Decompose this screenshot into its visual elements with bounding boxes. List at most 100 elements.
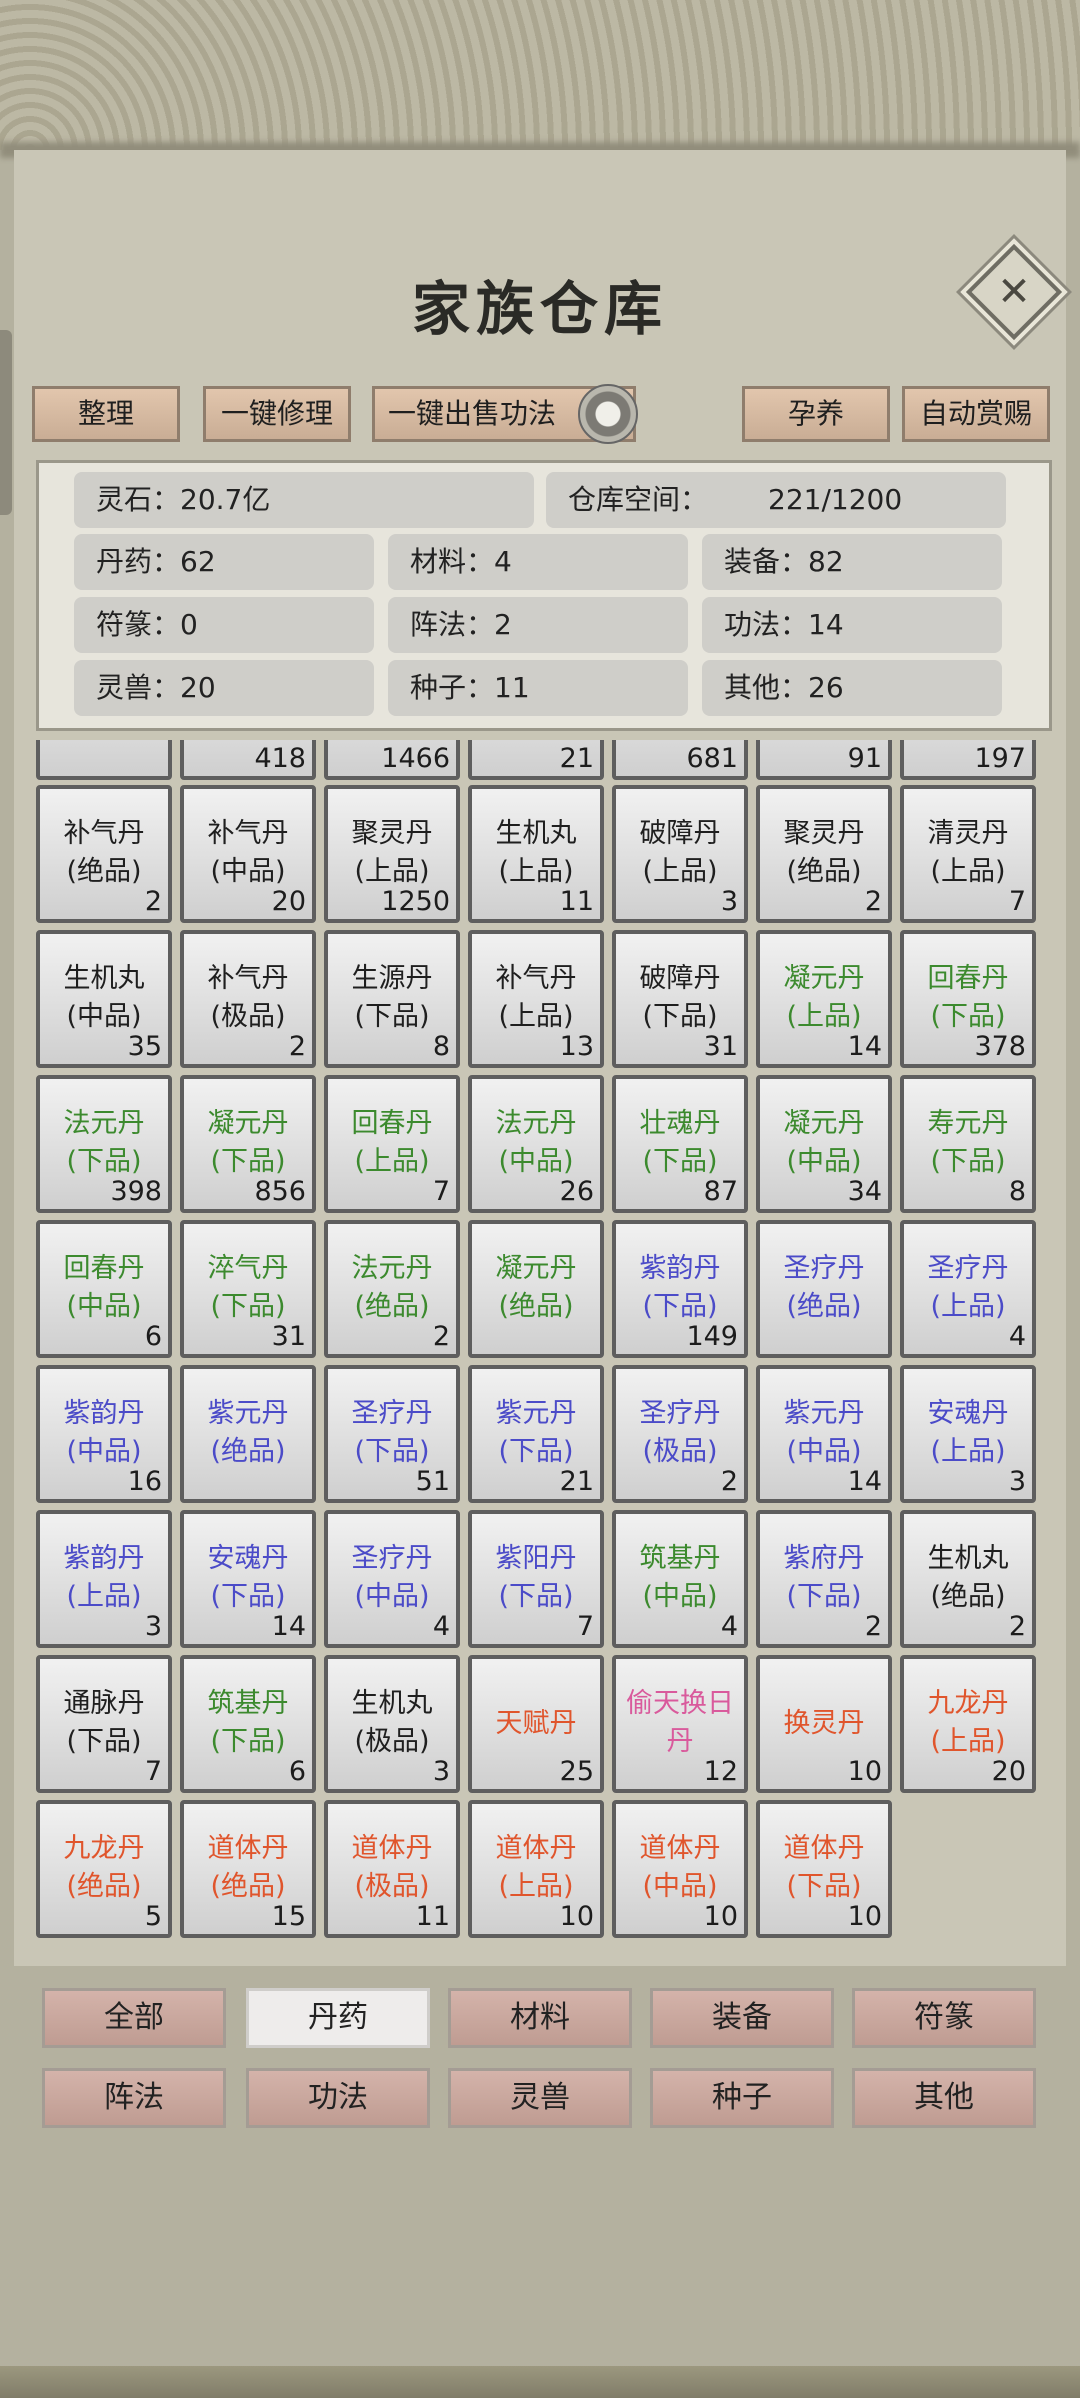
item-count: 26 (559, 1176, 594, 1207)
item-cell[interactable]: 圣疗丹(绝品) (756, 1220, 892, 1358)
item-cell[interactable]: 安魂丹(下品) 14 (180, 1510, 316, 1648)
item-count: 35 (127, 1031, 162, 1062)
item-name: 寿元丹(下品) (927, 1108, 1009, 1177)
item-cell[interactable]: 回春丹(下品) 378 (900, 930, 1036, 1068)
item-cell[interactable]: 紫韵丹(中品) 16 (36, 1365, 172, 1503)
item-cell[interactable]: 凝元丹(绝品) (468, 1220, 604, 1358)
item-name: 紫韵丹(中品) (63, 1398, 145, 1467)
item-name: 生机丸(上品) (495, 818, 577, 887)
item-count: 2 (144, 886, 162, 917)
item-cell[interactable]: 紫元丹(下品) 21 (468, 1365, 604, 1503)
item-cell[interactable]: 道体丹(下品) 10 (756, 1800, 892, 1938)
item-cell[interactable]: 补气丹(上品) 13 (468, 930, 604, 1068)
tab-符篆[interactable]: 符篆 (852, 1988, 1036, 2048)
item-cell[interactable]: 九龙丹(绝品) 5 (36, 1800, 172, 1938)
item-cell[interactable]: 紫韵丹(上品) 3 (36, 1510, 172, 1648)
stat-6: 阵法：2 (388, 597, 688, 653)
item-cell[interactable]: 197 (900, 740, 1036, 780)
item-cell[interactable]: 681 (612, 740, 748, 780)
item-cell[interactable]: 圣疗丹(极品) 2 (612, 1365, 748, 1503)
item-cell[interactable]: 偷天换日丹 12 (612, 1655, 748, 1793)
item-cell[interactable]: 生机丸(绝品) 2 (900, 1510, 1036, 1648)
stat-label: 功法： (724, 608, 809, 641)
item-cell[interactable]: 壮魂丹(下品) 87 (612, 1075, 748, 1213)
gear-icon[interactable] (578, 384, 638, 444)
item-cell[interactable]: 破障丹(下品) 31 (612, 930, 748, 1068)
item-cell[interactable]: 法元丹(下品) 398 (36, 1075, 172, 1213)
item-cell[interactable]: 紫元丹(中品) 14 (756, 1365, 892, 1503)
item-name: 破障丹(下品) (639, 963, 721, 1032)
item-cell[interactable]: 生机丸(极品) 3 (324, 1655, 460, 1793)
item-cell[interactable]: 安魂丹(上品) 3 (900, 1365, 1036, 1503)
item-name: 道体丹(中品) (639, 1833, 721, 1902)
tab-其他[interactable]: 其他 (852, 2068, 1036, 2128)
item-count: 25 (559, 1756, 594, 1787)
item-count: 149 (686, 1321, 738, 1352)
item-cell[interactable]: 紫韵丹(下品) 149 (612, 1220, 748, 1358)
tab-材料[interactable]: 材料 (448, 1988, 632, 2048)
item-cell[interactable]: 道体丹(上品) 10 (468, 1800, 604, 1938)
item-name: 清灵丹(上品) (927, 818, 1009, 887)
item-cell[interactable]: 道体丹(中品) 10 (612, 1800, 748, 1938)
item-cell[interactable]: 九龙丹(上品) 20 (900, 1655, 1036, 1793)
item-cell[interactable]: 凝元丹(下品) 856 (180, 1075, 316, 1213)
item-grid[interactable]: 418 1466 21 681 91 197 补气丹(绝品) 2 补气丹(中品) 20 聚灵丹(上品… (36, 740, 1042, 1950)
item-cell[interactable]: 418 (180, 740, 316, 780)
item-cell[interactable]: 生机丸(上品) 11 (468, 785, 604, 923)
item-cell[interactable]: 道体丹(绝品) 15 (180, 1800, 316, 1938)
item-cell[interactable]: 紫府丹(下品) 2 (756, 1510, 892, 1648)
item-cell[interactable]: 凝元丹(上品) 14 (756, 930, 892, 1068)
tab-装备[interactable]: 装备 (650, 1988, 834, 2048)
item-cell[interactable]: 补气丹(绝品) 2 (36, 785, 172, 923)
item-cell[interactable]: 补气丹(极品) 2 (180, 930, 316, 1068)
item-cell[interactable]: 换灵丹 10 (756, 1655, 892, 1793)
item-cell[interactable]: 淬气丹(下品) 31 (180, 1220, 316, 1358)
item-count: 2 (720, 1466, 738, 1497)
tab-阵法[interactable]: 阵法 (42, 2068, 226, 2128)
item-cell[interactable]: 回春丹(上品) 7 (324, 1075, 460, 1213)
item-count: 14 (271, 1611, 306, 1642)
item-count: 12 (703, 1756, 738, 1787)
item-cell[interactable]: 圣疗丹(中品) 4 (324, 1510, 460, 1648)
repair-button[interactable]: 一键修理 (203, 386, 351, 442)
item-cell[interactable]: 破障丹(上品) 3 (612, 785, 748, 923)
side-handle[interactable] (0, 330, 12, 515)
sort-button[interactable]: 整理 (32, 386, 180, 442)
item-cell[interactable]: 生源丹(下品) 8 (324, 930, 460, 1068)
item-cell[interactable]: 圣疗丹(下品) 51 (324, 1365, 460, 1503)
item-cell[interactable]: 紫元丹(绝品) (180, 1365, 316, 1503)
item-cell[interactable]: 法元丹(绝品) 2 (324, 1220, 460, 1358)
tab-功法[interactable]: 功法 (246, 2068, 430, 2128)
item-cell[interactable]: 筑基丹(下品) 6 (180, 1655, 316, 1793)
item-count: 1466 (381, 743, 450, 774)
tab-种子[interactable]: 种子 (650, 2068, 834, 2128)
tab-灵兽[interactable]: 灵兽 (448, 2068, 632, 2128)
item-cell[interactable]: 寿元丹(下品) 8 (900, 1075, 1036, 1213)
item-cell[interactable]: 法元丹(中品) 26 (468, 1075, 604, 1213)
item-cell[interactable]: 聚灵丹(绝品) 2 (756, 785, 892, 923)
item-count: 34 (847, 1176, 882, 1207)
item-cell[interactable]: 通脉丹(下品) 7 (36, 1655, 172, 1793)
item-cell[interactable]: 道体丹(极品) 11 (324, 1800, 460, 1938)
item-count: 51 (415, 1466, 450, 1497)
item-cell[interactable]: 回春丹(中品) 6 (36, 1220, 172, 1358)
item-cell[interactable]: 聚灵丹(上品) 1250 (324, 785, 460, 923)
item-cell[interactable]: 补气丹(中品) 20 (180, 785, 316, 923)
auto-reward-button[interactable]: 自动赏赐 (902, 386, 1050, 442)
item-cell[interactable]: 91 (756, 740, 892, 780)
item-name: 圣疗丹(中品) (351, 1543, 433, 1612)
item-cell[interactable]: 1466 (324, 740, 460, 780)
tab-丹药[interactable]: 丹药 (246, 1988, 430, 2048)
tab-全部[interactable]: 全部 (42, 1988, 226, 2048)
item-cell[interactable]: 21 (468, 740, 604, 780)
item-name: 圣疗丹(极品) (639, 1398, 721, 1467)
item-cell[interactable]: 凝元丹(中品) 34 (756, 1075, 892, 1213)
item-cell[interactable]: 紫阳丹(下品) 7 (468, 1510, 604, 1648)
item-cell[interactable]: 清灵丹(上品) 7 (900, 785, 1036, 923)
incubate-button[interactable]: 孕养 (742, 386, 890, 442)
item-cell[interactable]: 天赋丹 25 (468, 1655, 604, 1793)
item-cell[interactable]: 圣疗丹(上品) 4 (900, 1220, 1036, 1358)
item-cell[interactable] (36, 740, 172, 780)
item-cell[interactable]: 生机丸(中品) 35 (36, 930, 172, 1068)
item-cell[interactable]: 筑基丹(中品) 4 (612, 1510, 748, 1648)
